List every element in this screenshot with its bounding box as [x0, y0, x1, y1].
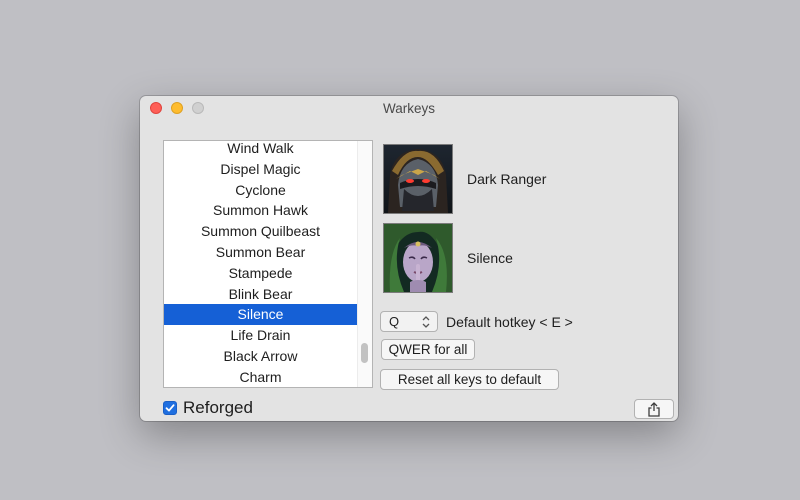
list-item[interactable]: Charm [164, 367, 357, 387]
list-item[interactable]: Summon Hawk [164, 200, 357, 221]
list-item[interactable]: Wind Walk [164, 141, 357, 159]
list-item[interactable]: Black Arrow [164, 346, 357, 367]
list-item[interactable]: Stampede [164, 263, 357, 284]
ability-list-items: Wind Walk Dispel Magic Cyclone Summon Ha… [164, 141, 357, 387]
share-icon [648, 402, 660, 417]
hotkey-stepper[interactable]: Q [380, 311, 438, 332]
list-item[interactable]: Silence [164, 304, 357, 326]
ability-list[interactable]: Wind Walk Dispel Magic Cyclone Summon Ha… [163, 140, 373, 388]
hero-name: Dark Ranger [467, 171, 547, 187]
list-item[interactable]: Life Drain [164, 325, 357, 346]
default-hotkey-label: Default hotkey < E > [446, 314, 573, 330]
list-item[interactable]: Cyclone [164, 180, 357, 201]
reforged-label: Reforged [183, 398, 253, 417]
up-down-chevron-icon[interactable] [421, 315, 431, 329]
title-bar[interactable]: Warkeys [140, 96, 678, 120]
window-title: Warkeys [382, 101, 435, 116]
reforged-checkbox-row[interactable]: Reforged [163, 398, 253, 418]
reset-all-keys-button[interactable]: Reset all keys to default [380, 369, 559, 390]
reforged-checkbox[interactable] [163, 401, 177, 415]
list-item[interactable]: Summon Quilbeast [164, 221, 357, 242]
warkeys-window: Warkeys Wind Walk Dispel Magic Cyclone S… [140, 96, 678, 421]
ability-row: Silence [383, 223, 513, 293]
list-item[interactable]: Blink Bear [164, 284, 357, 305]
list-item[interactable]: Summon Bear [164, 242, 357, 263]
list-item[interactable]: Dispel Magic [164, 159, 357, 180]
hotkey-value: Q [389, 314, 400, 329]
qwer-for-all-button[interactable]: QWER for all [381, 339, 475, 360]
list-scrollbar[interactable] [357, 141, 372, 387]
hero-row: Dark Ranger [383, 144, 546, 214]
scroll-thumb[interactable] [361, 343, 368, 363]
ability-name: Silence [467, 250, 513, 266]
dark-ranger-portrait-icon [383, 144, 453, 214]
checkmark-icon [165, 404, 175, 412]
silence-ability-portrait-icon [383, 223, 453, 293]
share-button[interactable] [634, 399, 674, 419]
